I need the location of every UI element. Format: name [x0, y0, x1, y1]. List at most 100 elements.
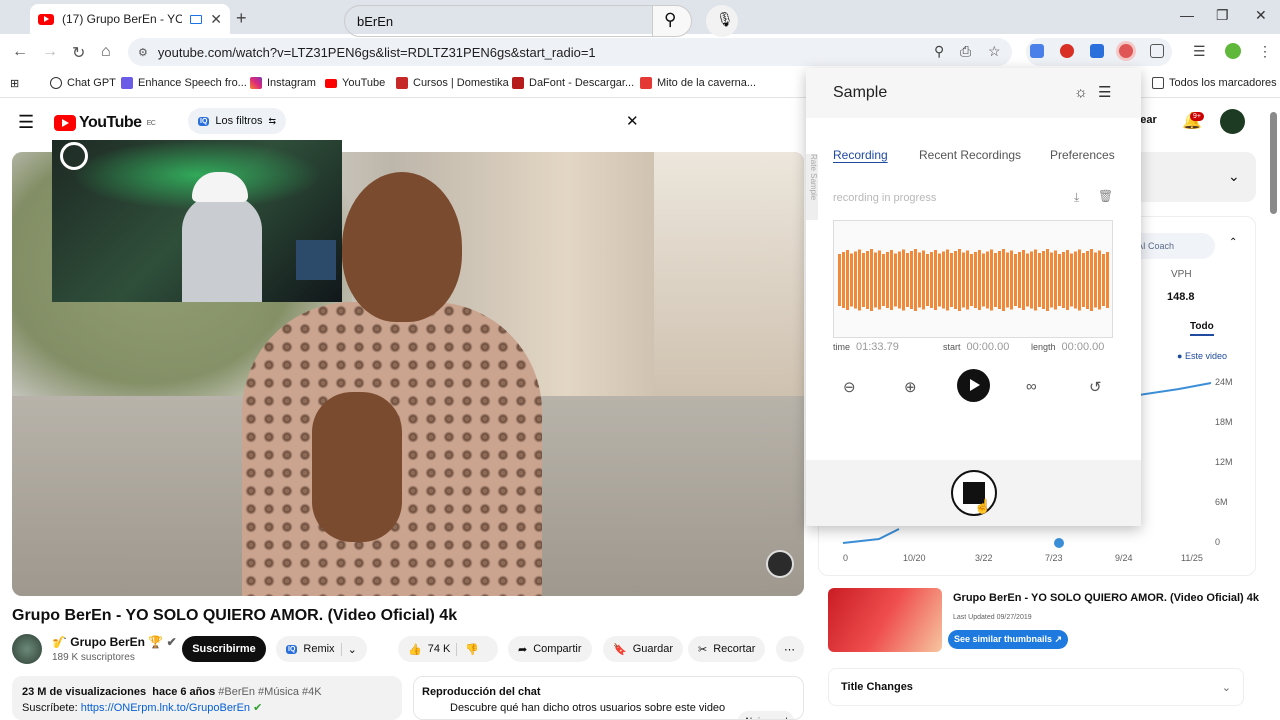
bookmark-instagram[interactable]: Instagram: [250, 77, 316, 89]
waveform-bar: [966, 250, 969, 310]
new-tab-button[interactable]: +: [236, 8, 247, 29]
description-box[interactable]: 23 M de visualizaciones hace 6 años #Ber…: [12, 676, 402, 720]
tab-todo[interactable]: Todo: [1190, 321, 1214, 336]
youtube-logo[interactable]: YouTube EC: [54, 114, 156, 132]
browser-toolbar: ← → ↻ ⌂ ⚙ youtube.com/watch?v=LTZ31PEN6g…: [0, 34, 1280, 70]
save-label: Guardar: [632, 643, 674, 655]
user-avatar[interactable]: [1220, 109, 1245, 134]
waveform-bar: [970, 254, 973, 306]
media-control-icon[interactable]: ☰: [1193, 43, 1206, 60]
tab-recording[interactable]: Recording: [833, 148, 888, 162]
voice-search-button[interactable]: 🎙: [706, 5, 738, 37]
media-cast-icon[interactable]: [190, 14, 203, 24]
open-panel-button[interactable]: Abrir panel: [738, 711, 794, 719]
domestika-icon: [396, 77, 408, 89]
tab-preferences[interactable]: Preferences: [1050, 148, 1115, 162]
thumbs-up-icon[interactable]: 👍: [408, 643, 422, 656]
forward-icon[interactable]: →: [42, 43, 58, 61]
more-actions-button[interactable]: ⋯: [776, 636, 804, 662]
length-readout: length 00:00.00: [1031, 341, 1104, 353]
search-input[interactable]: bErEn: [344, 5, 654, 37]
clip-button[interactable]: ✂ Recortar: [688, 636, 766, 662]
theme-sun-icon[interactable]: ☼: [1074, 84, 1088, 101]
channel-watermark-icon[interactable]: [766, 550, 794, 578]
bookmark-mito[interactable]: Mito de la caverna...: [640, 77, 756, 89]
waveform-bar: [1046, 249, 1049, 311]
bookmark-chatgpt[interactable]: Chat GPT: [50, 77, 116, 89]
mouse-cursor-icon: ☝: [974, 498, 992, 514]
bookmark-star-icon[interactable]: ☆: [988, 43, 1001, 60]
waveform-bar: [982, 253, 985, 307]
zoom-in-icon[interactable]: ⊕: [904, 378, 917, 396]
filters-button[interactable]: IQ Los filtros ⇆: [188, 108, 286, 134]
milestone-marker[interactable]: [1054, 538, 1064, 548]
waveform-bar: [1026, 253, 1029, 307]
chevron-up-icon[interactable]: ⌃: [1229, 237, 1237, 248]
address-bar[interactable]: ⚙ youtube.com/watch?v=LTZ31PEN6gs&list=R…: [128, 38, 1012, 66]
like-count: 74 K: [427, 643, 451, 655]
waveform-display[interactable]: [833, 220, 1113, 338]
site-info-icon[interactable]: ⚙: [138, 46, 148, 59]
bookmark-domestika[interactable]: Cursos | Domestika: [396, 77, 509, 89]
menu-icon[interactable]: ☰: [1098, 83, 1111, 101]
see-similar-button[interactable]: See similar thumbnails ↗: [948, 630, 1069, 649]
similar-thumbnail[interactable]: [828, 588, 942, 652]
chevron-down-icon[interactable]: ⌄: [1228, 168, 1240, 185]
trash-icon[interactable]: 🗑: [1098, 189, 1113, 203]
onerpm-link[interactable]: https://ONErpm.lnk.to/GrupoBerEn: [81, 702, 250, 714]
region-code: EC: [146, 119, 156, 127]
clear-search-icon[interactable]: ✕: [626, 112, 639, 130]
channel-avatar[interactable]: [12, 634, 42, 664]
waveform-bar: [1074, 251, 1077, 309]
side-handle[interactable]: Rate Sample: [806, 154, 818, 220]
zoom-search-icon[interactable]: ⚲: [934, 43, 944, 60]
adblock-extension-icon[interactable]: [1060, 44, 1074, 58]
translate-extension-icon[interactable]: [1030, 44, 1044, 58]
logo-text: YouTube: [79, 114, 142, 131]
reset-icon[interactable]: ↺: [1089, 378, 1102, 396]
share-button[interactable]: ➦ Compartir: [508, 636, 592, 662]
play-button[interactable]: [957, 369, 990, 402]
thumbs-down-icon[interactable]: 👎: [456, 642, 479, 656]
hamburger-menu-icon[interactable]: ☰: [18, 112, 34, 133]
minimize-icon[interactable]: —: [1180, 7, 1194, 23]
home-icon[interactable]: ⌂: [101, 43, 111, 61]
similar-video-title[interactable]: Grupo BerEn - YO SOLO QUIERO AMOR. (Vide…: [953, 592, 1259, 604]
chevron-down-icon[interactable]: ⌄: [1222, 681, 1231, 694]
all-bookmarks[interactable]: Todos los marcadores: [1152, 77, 1277, 89]
zoom-out-icon[interactable]: ⊖: [843, 378, 856, 396]
remix-button[interactable]: IQ Remix ⌄: [276, 636, 367, 662]
hashtags[interactable]: #BerEn #Música #4K: [218, 686, 321, 698]
close-tab-icon[interactable]: ✕: [210, 11, 222, 28]
profile-avatar[interactable]: [1225, 43, 1241, 59]
subscribe-button[interactable]: Suscribirme: [182, 636, 266, 662]
waveform-bar: [878, 250, 881, 310]
back-icon[interactable]: ←: [12, 43, 28, 61]
streamer-body: [182, 195, 262, 302]
restore-icon[interactable]: ❐: [1216, 7, 1229, 24]
install-icon[interactable]: ⎙: [960, 43, 971, 60]
waveform-bar: [998, 251, 1001, 309]
channel-name[interactable]: 🎷 Grupo BerEn 🏆 ✔: [52, 635, 177, 649]
page-scrollbar[interactable]: [1270, 112, 1277, 214]
bookmark-youtube[interactable]: YouTube: [325, 77, 385, 89]
waveform-bar: [986, 251, 989, 309]
close-window-icon[interactable]: ✕: [1255, 7, 1267, 24]
apps-grid-icon[interactable]: ⊞: [10, 77, 19, 90]
reload-icon[interactable]: ↻: [72, 43, 85, 63]
download-icon[interactable]: ⤓: [1074, 190, 1079, 205]
bookmark-dafont[interactable]: DaFont - Descargar...: [512, 77, 634, 89]
tab-recent-recordings[interactable]: Recent Recordings: [919, 148, 1021, 162]
iq-extension-icon[interactable]: [1090, 44, 1104, 58]
menu-kebab-icon[interactable]: ⋮: [1258, 43, 1272, 60]
title-changes-section[interactable]: Title Changes ⌄: [828, 668, 1244, 706]
waveform-bar: [958, 249, 961, 311]
bookmark-enhance[interactable]: Enhance Speech fro...: [121, 77, 247, 89]
extensions-puzzle-icon[interactable]: [1150, 44, 1164, 58]
save-button[interactable]: 🔖 Guardar: [603, 636, 684, 662]
loop-icon[interactable]: ∞: [1026, 378, 1037, 395]
record-extension-icon[interactable]: [1119, 44, 1133, 58]
browser-tab-active[interactable]: (17) Grupo BerEn - YO SOLO ✕: [30, 4, 230, 34]
chevron-down-icon[interactable]: ⌄: [340, 642, 357, 656]
search-button[interactable]: ⚲: [652, 5, 692, 37]
